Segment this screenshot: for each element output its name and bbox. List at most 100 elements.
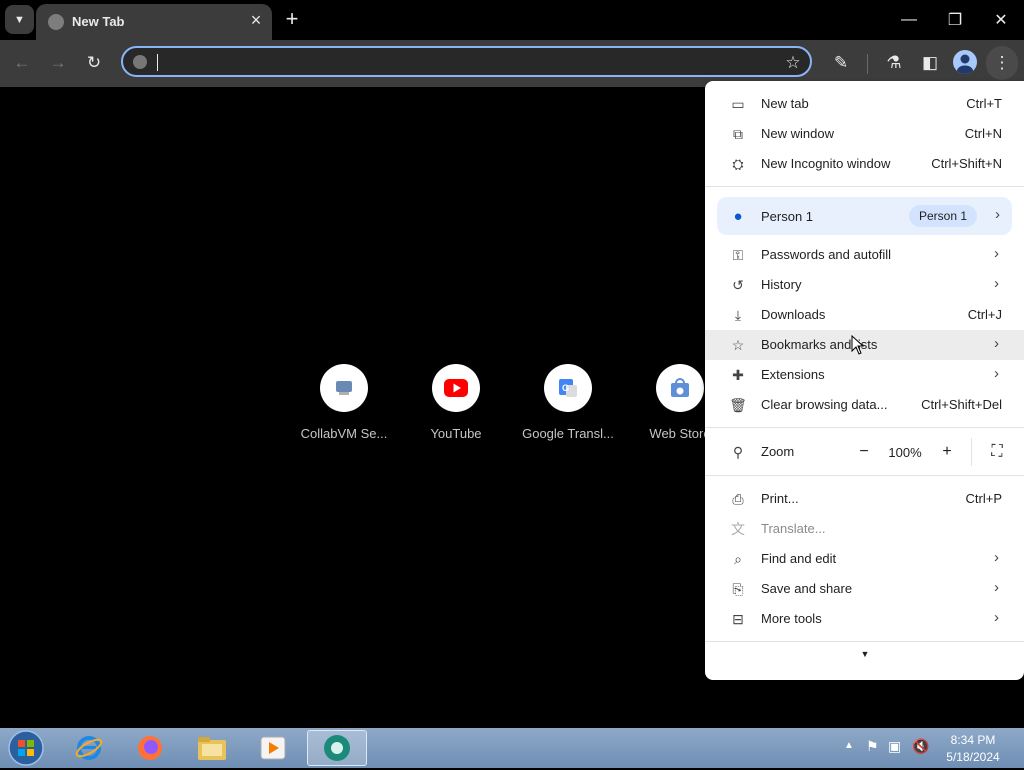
menu-separator (705, 641, 1024, 642)
side-panel-button[interactable]: ◧ (915, 48, 945, 78)
taskbar-chrome-active[interactable] (307, 730, 367, 766)
incognito-icon: ⛭ (732, 155, 744, 172)
reload-icon: ↻ (86, 53, 102, 72)
chevron-right-icon: › (994, 275, 999, 292)
show-hidden-icons-button[interactable]: ▲ (844, 740, 854, 751)
flask-icon: ⚗ (886, 53, 902, 72)
profile-badge: Person 1 (909, 205, 978, 227)
back-button[interactable]: ← (7, 48, 37, 78)
zoom-value: 100% (888, 445, 922, 460)
puzzle-icon: ✎ (833, 53, 849, 72)
close-tab-icon[interactable]: × (245, 9, 267, 31)
zoom-in-button[interactable]: + (933, 438, 961, 466)
translate-icon: 文 (731, 521, 745, 537)
site-info-icon[interactable] (133, 55, 147, 69)
fullscreen-button[interactable]: ⛶ (983, 438, 1011, 466)
browser-toolbar: ← → ↻ ☆ ✎ ⚗ ◧ ⋮ (0, 40, 1024, 87)
menu-item-print[interactable]: ⎙ Print... Ctrl+P (705, 484, 1024, 514)
tab-new-tab[interactable]: New Tab × (36, 4, 272, 40)
menu-item-more-tools[interactable]: ⊟ More tools › (705, 604, 1024, 634)
windows-logo-icon (8, 730, 44, 766)
taskbar-media-player[interactable] (246, 731, 300, 765)
menu-separator (705, 186, 1024, 187)
menu-item-clear-browsing-data[interactable]: 🗑 Clear browsing data... Ctrl+Shift+Del (705, 390, 1024, 420)
magnifier-icon: ⚲ (732, 443, 744, 460)
star-icon: ☆ (731, 336, 745, 353)
history-icon: ↺ (732, 276, 744, 293)
folder-icon (198, 737, 226, 760)
new-tab-button[interactable]: + (280, 6, 304, 31)
star-outline-icon: ☆ (785, 53, 801, 72)
menu-separator (705, 427, 1024, 428)
chrome-menu-button[interactable]: ⋮ (986, 46, 1018, 80)
start-button[interactable] (6, 729, 46, 767)
puzzle-icon: ✚ (732, 366, 744, 383)
chevron-right-icon: › (994, 335, 999, 352)
menu-item-profile[interactable]: ● Person 1 Person 1 › (717, 197, 1012, 235)
taskbar-firefox[interactable] (123, 731, 177, 765)
chevron-right-icon: › (994, 579, 999, 596)
address-input[interactable] (161, 51, 765, 75)
kebab-menu-icon: ⋮ (993, 53, 1011, 72)
fullscreen-icon: ⛶ (991, 443, 1003, 460)
chevron-right-icon: › (994, 609, 999, 626)
menu-item-new-window[interactable]: ⧉ New window Ctrl+N (705, 119, 1024, 149)
bookmark-star-button[interactable]: ☆ (779, 49, 807, 77)
system-tray: ▲ ⚑ ▣ 🔇 8:34 PM 5/18/2024 (842, 728, 1024, 768)
side-panel-icon: ◧ (921, 53, 939, 72)
menu-item-translate: 文 Translate... (731, 521, 826, 537)
youtube-icon (432, 364, 480, 412)
key-icon: ⚿ (732, 246, 744, 263)
menu-item-save-and-share[interactable]: ⎘ Save and share › (705, 574, 1024, 604)
shortcut-google-translate[interactable]: G Google Transl... (512, 364, 624, 454)
media-player-icon (260, 736, 286, 760)
person-icon: ● (733, 207, 743, 225)
menu-item-extensions[interactable]: ✚ Extensions › (705, 360, 1024, 390)
forward-button[interactable]: → (43, 48, 73, 78)
new-window-icon: ⧉ (733, 125, 743, 142)
chevron-right-icon: › (994, 365, 999, 382)
minimize-button[interactable]: — (886, 0, 932, 40)
toolbar-divider (867, 54, 868, 74)
menu-expand-icon[interactable]: ▼ (857, 649, 873, 663)
restore-icon: ❐ (947, 12, 963, 29)
zoom-out-button[interactable]: − (850, 438, 878, 466)
back-arrow-icon: ← (13, 53, 31, 72)
chevron-right-icon: › (995, 206, 1000, 223)
menu-item-downloads[interactable]: ⤓ Downloads Ctrl+J (705, 300, 1024, 330)
shortcut-youtube[interactable]: YouTube (400, 364, 512, 454)
address-bar[interactable]: ☆ (121, 46, 812, 77)
menu-item-find-and-edit[interactable]: ⌕ Find and edit › (705, 544, 1024, 574)
close-window-button[interactable]: ✕ (978, 0, 1024, 40)
chrome-menu: ▭ New tab Ctrl+T ⧉ New window Ctrl+N ⛭ N… (705, 81, 1024, 680)
profile-avatar[interactable] (953, 50, 977, 74)
menu-item-new-incognito[interactable]: ⛭ New Incognito window Ctrl+Shift+N (705, 149, 1024, 179)
volume-muted-icon[interactable]: 🔇 (912, 738, 929, 755)
shortcut-label: Google Transl... (522, 426, 614, 441)
clock-date[interactable]: 5/18/2024 (934, 750, 1012, 764)
taskbar-internet-explorer[interactable] (62, 731, 116, 765)
menu-item-history[interactable]: ↺ History › (705, 270, 1024, 300)
save-share-icon: ⎘ (732, 580, 744, 597)
shortcut-label: YouTube (430, 426, 482, 441)
clock-time[interactable]: 8:34 PM (934, 733, 1012, 747)
tab-search-button[interactable]: ▼ (5, 5, 34, 34)
action-center-flag-icon[interactable]: ⚑ (866, 738, 879, 755)
taskbar-file-explorer[interactable] (185, 731, 239, 765)
chrome-app-icon (324, 735, 350, 761)
network-icon[interactable]: ▣ (888, 738, 901, 755)
labs-button[interactable]: ⚗ (879, 48, 909, 78)
menu-item-new-tab[interactable]: ▭ New tab Ctrl+T (705, 89, 1024, 119)
restore-button[interactable]: ❐ (932, 0, 978, 40)
title-bar: ▼ New Tab × + — ❐ ✕ (0, 0, 1024, 40)
chevron-down-icon: ▼ (14, 13, 25, 26)
windows-taskbar: ▲ ⚑ ▣ 🔇 8:34 PM 5/18/2024 (0, 728, 1024, 768)
google-translate-icon: G (544, 364, 592, 412)
web-store-icon (656, 364, 704, 412)
reload-button[interactable]: ↻ (79, 48, 109, 78)
menu-item-passwords[interactable]: ⚿ Passwords and autofill › (705, 240, 1024, 270)
minus-icon: − (859, 443, 869, 460)
shortcut-collabvm[interactable]: CollabVM Se... (288, 364, 400, 454)
close-icon: ✕ (994, 12, 1008, 29)
extensions-button[interactable]: ✎ (826, 48, 856, 78)
